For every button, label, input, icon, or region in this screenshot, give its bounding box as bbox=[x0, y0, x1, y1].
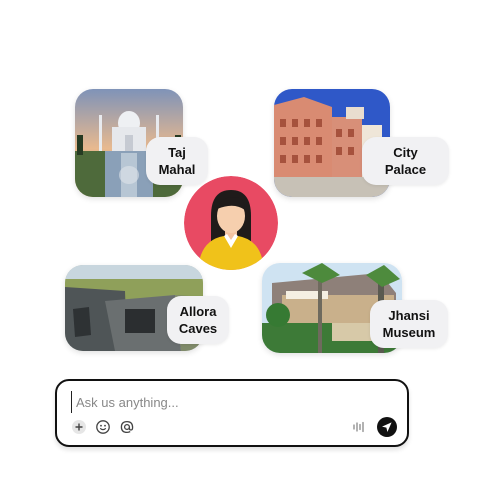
send-icon bbox=[382, 422, 392, 432]
place-label-taj-mahal: Taj Mahal bbox=[146, 137, 208, 185]
chat-input[interactable] bbox=[71, 391, 378, 413]
plus-icon[interactable] bbox=[71, 419, 87, 435]
at-icon[interactable] bbox=[119, 419, 135, 435]
assistant-avatar bbox=[184, 176, 278, 270]
waveform-icon[interactable] bbox=[351, 419, 367, 435]
place-label-city-palace: City Palace bbox=[362, 137, 449, 185]
smiley-icon[interactable] bbox=[95, 419, 111, 435]
send-button[interactable] bbox=[377, 417, 397, 437]
chat-composer bbox=[55, 379, 409, 447]
place-label-allora-caves: Allora Caves bbox=[167, 296, 229, 344]
place-label-jhansi-museum: Jhansi Museum bbox=[370, 300, 448, 348]
